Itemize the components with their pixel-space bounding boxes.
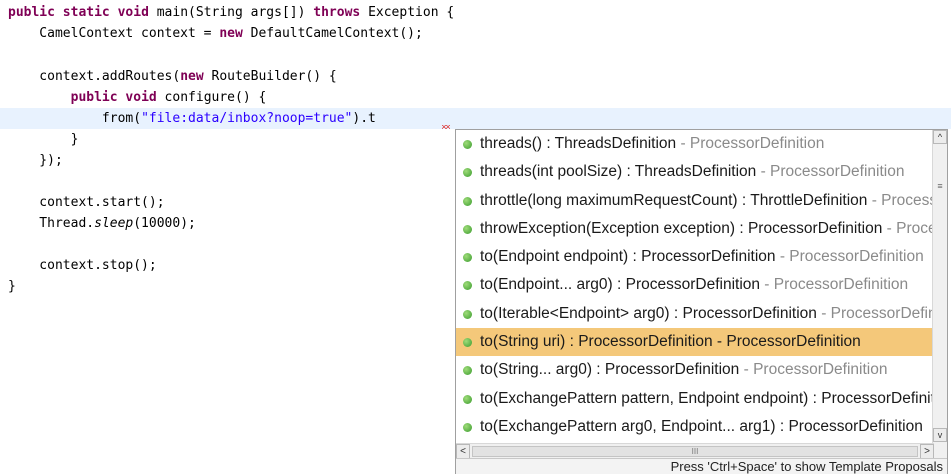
public-method-icon xyxy=(463,224,472,234)
proposal-declaring-type: - ProcessorDefinition xyxy=(886,219,934,237)
error-squiggle xyxy=(442,125,450,129)
code-line-1: public static void main(String args[]) t… xyxy=(8,5,455,20)
proposal-signature: throwException(Exception exception) : Pr… xyxy=(480,219,883,237)
proposal-signature: to(Iterable<Endpoint> arg0) : ProcessorD… xyxy=(480,304,817,322)
template-proposals-hint: Press 'Ctrl+Space' to show Template Prop… xyxy=(456,458,947,474)
code-line-2: CamelContext context = new DefaultCamelC… xyxy=(8,26,423,41)
proposal-signature: throttle(long maximumRequestCount) : Thr… xyxy=(480,191,868,209)
content-assist-popup[interactable]: threads() : ThreadsDefinition - Processo… xyxy=(455,129,948,474)
proposal-item[interactable]: threads() : ThreadsDefinition - Processo… xyxy=(456,130,934,158)
proposal-item[interactable]: to(ExchangePattern arg0, Endpoint... arg… xyxy=(456,413,934,441)
proposal-signature: to(String uri) : ProcessorDefinition - P… xyxy=(480,333,861,351)
proposal-signature: threads() : ThreadsDefinition xyxy=(480,135,677,152)
proposal-item[interactable]: to(String uri) : ProcessorDefinition - P… xyxy=(456,328,934,357)
code-line-6: from("file:data/inbox?noop=true").t xyxy=(8,111,376,126)
proposal-declaring-type: - ProcessorDefinition xyxy=(756,163,905,181)
code-line-11: Thread.sleep(10000); xyxy=(8,216,196,231)
code-line-8: }); xyxy=(8,153,63,168)
proposal-signature: threads(int poolSize) : ThreadsDefinitio… xyxy=(480,163,757,181)
public-method-icon xyxy=(463,196,472,206)
public-method-icon xyxy=(463,253,472,263)
proposal-item[interactable]: to(ExchangePattern pattern, Endpoint end… xyxy=(456,385,934,413)
proposal-item[interactable]: throttle(long maximumRequestCount) : Thr… xyxy=(456,187,934,215)
public-method-icon xyxy=(463,394,472,404)
public-method-icon xyxy=(463,366,472,376)
proposal-list[interactable]: threads() : ThreadsDefinition - Processo… xyxy=(456,130,934,441)
public-method-icon xyxy=(463,281,472,291)
proposal-signature: to(ExchangePattern arg0, Endpoint... arg… xyxy=(480,417,923,435)
public-method-icon xyxy=(463,168,472,178)
proposal-signature: to(String... arg0) : ProcessorDefinition xyxy=(480,361,740,379)
code-line-10: context.start(); xyxy=(8,195,165,210)
scroll-up-icon[interactable]: ^ xyxy=(933,130,947,144)
proposal-signature: to(Endpoint... arg0) : ProcessorDefiniti… xyxy=(480,276,760,294)
proposal-declaring-type: - ProcessorDefinition xyxy=(676,135,825,152)
public-method-icon xyxy=(463,140,472,149)
code-line-5: public void configure() { xyxy=(70,90,267,105)
proposal-declaring-type: - ProcessorDefinition xyxy=(775,248,924,266)
proposal-item[interactable]: throwException(Exception exception) : Pr… xyxy=(456,215,934,243)
scroll-left-icon[interactable]: < xyxy=(456,444,470,459)
scroll-right-icon[interactable]: > xyxy=(920,444,934,459)
horizontal-scrollbar[interactable]: < III > xyxy=(456,443,934,459)
proposal-signature: to(Endpoint endpoint) : ProcessorDefinit… xyxy=(480,248,776,266)
proposal-declaring-type: - ProcessorDefinition xyxy=(821,304,934,322)
proposal-signature: to(ExchangePattern pattern, Endpoint end… xyxy=(480,389,934,407)
proposal-item[interactable]: to(Endpoint... arg0) : ProcessorDefiniti… xyxy=(456,271,934,299)
proposal-item[interactable]: to(String... arg0) : ProcessorDefinition… xyxy=(456,356,934,384)
proposal-item[interactable]: threads(int poolSize) : ThreadsDefinitio… xyxy=(456,158,934,186)
proposal-declaring-type: - ProcessorDefinition xyxy=(739,361,888,379)
vertical-scrollbar[interactable]: ^ ≡ v xyxy=(932,130,947,458)
proposal-item[interactable]: to(Endpoint endpoint) : ProcessorDefinit… xyxy=(456,243,934,271)
code-line-7: } xyxy=(8,132,79,147)
proposal-declaring-type: - ProcessorDefinition xyxy=(760,276,909,294)
scroll-mid-icon: ≡ xyxy=(933,180,947,192)
code-line-14: } xyxy=(8,279,16,294)
proposal-declaring-type: - ProcessorDefinition xyxy=(871,191,934,209)
public-method-icon xyxy=(463,309,472,319)
scroll-down-icon[interactable]: v xyxy=(933,428,947,442)
code-line-13: context.stop(); xyxy=(8,258,157,273)
proposal-item[interactable]: to(Iterable<Endpoint> arg0) : ProcessorD… xyxy=(456,300,934,328)
scroll-thumb[interactable]: III xyxy=(472,446,918,457)
public-method-icon xyxy=(463,338,472,348)
public-method-icon xyxy=(463,422,472,432)
code-line-4: context.addRoutes(new RouteBuilder() { xyxy=(8,69,337,84)
